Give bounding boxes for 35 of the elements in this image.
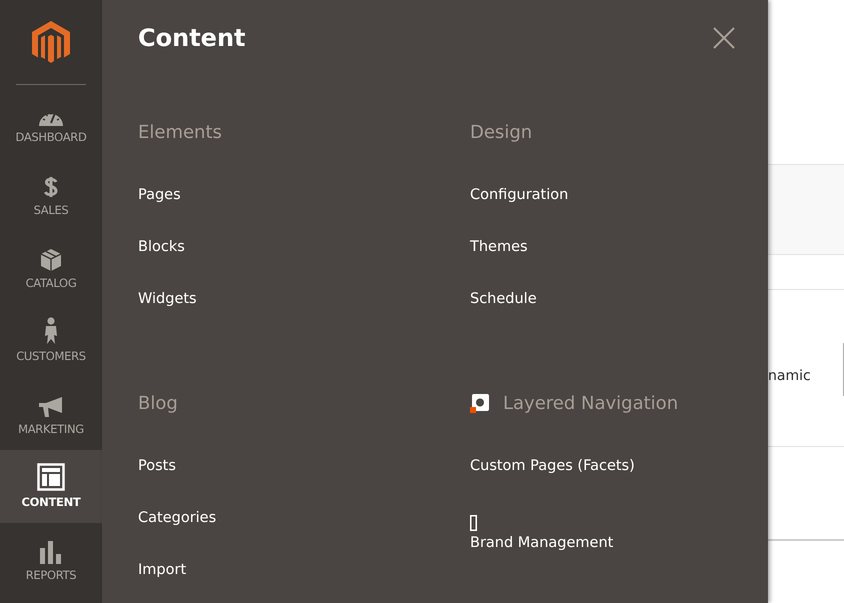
menu-link[interactable]: Categories: [138, 492, 216, 544]
dollar-icon: [43, 175, 59, 199]
layout-icon: [37, 463, 65, 491]
menu-link[interactable]: Configuration: [470, 169, 568, 221]
megaphone-icon: [38, 396, 64, 418]
menu-link[interactable]: Custom Pages (Facets): [470, 440, 635, 492]
nav-item[interactable]: CUSTOMERS: [0, 304, 102, 377]
nav-item[interactable]: DASHBOARD: [0, 85, 102, 158]
person-icon: [44, 317, 58, 345]
group-heading: Elements: [138, 122, 222, 142]
nav-item[interactable]: SALES: [0, 158, 102, 231]
brand-logo-icon: [470, 394, 489, 412]
speedometer-icon: [38, 114, 64, 126]
panel-title: Content: [138, 24, 246, 52]
close-button[interactable]: [713, 27, 735, 49]
page-text: namic: [768, 368, 811, 384]
menu-link[interactable]: Posts: [138, 440, 176, 492]
box-icon: [40, 248, 62, 272]
nav-item[interactable]: REPORTS: [0, 523, 102, 596]
nav-item[interactable]: CATALOG: [0, 231, 102, 304]
menu-link[interactable]: Pages: [138, 169, 181, 221]
menu-link[interactable]: Themes: [470, 221, 528, 273]
bar-chart-icon: [39, 540, 63, 564]
placeholder-glyph-icon: [470, 515, 477, 531]
nav-item[interactable]: MARKETING: [0, 377, 102, 450]
menu-link[interactable]: Widgets: [138, 273, 197, 325]
nav-item[interactable]: CONTENT: [0, 450, 102, 523]
logo-icon[interactable]: [31, 20, 71, 66]
menu-link[interactable]: Blocks: [138, 221, 185, 273]
group-heading: Design: [470, 122, 532, 142]
menu-link[interactable]: Brand Management: [470, 492, 614, 551]
menu-link[interactable]: Import: [138, 544, 186, 596]
group-heading: Blog: [138, 392, 178, 414]
menu-link[interactable]: Schedule: [470, 273, 537, 325]
group-heading: Layered Navigation: [503, 392, 678, 414]
